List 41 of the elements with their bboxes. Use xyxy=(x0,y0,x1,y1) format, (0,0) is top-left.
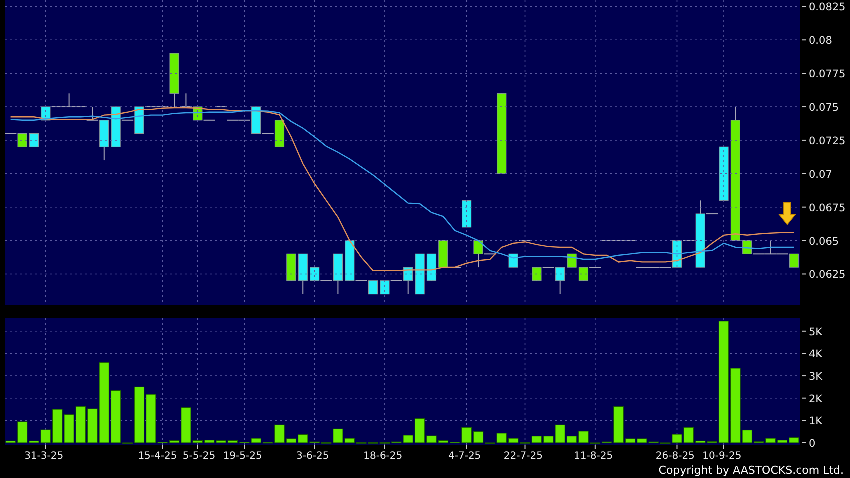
axis-label: 5-5-25 xyxy=(182,451,216,462)
axis-label: 18-6-25 xyxy=(364,451,403,462)
axis-label: 26-8-25 xyxy=(656,451,695,462)
candlestick xyxy=(415,254,425,295)
axis-label: 0.08 xyxy=(809,35,832,48)
axis-label: 0 xyxy=(809,438,816,450)
axis-label: 0.0825 xyxy=(809,2,846,14)
candlestick xyxy=(426,254,437,282)
candlestick xyxy=(719,146,729,202)
axis-label: 0.0775 xyxy=(809,68,846,81)
volume-bar xyxy=(76,406,86,444)
down-arrow-icon xyxy=(778,202,796,226)
copyright-text: Copyright by AASTOCKS.com Ltd. xyxy=(658,464,844,476)
axis-label: 0.065 xyxy=(809,236,840,248)
candlestick xyxy=(298,254,308,295)
axis-label: 22-7-25 xyxy=(504,451,543,462)
axis-label: 0.0625 xyxy=(809,269,846,282)
axis-label: 3K xyxy=(809,371,823,384)
axis-label: 2K xyxy=(809,393,823,406)
axis-label: 0.0675 xyxy=(809,202,846,214)
axis-label: 10-9-25 xyxy=(702,451,742,462)
axis-label: 0.07 xyxy=(809,168,832,181)
candlestick xyxy=(462,200,472,228)
axis-label: 1K xyxy=(809,416,823,428)
axis-label: 0.075 xyxy=(809,102,840,114)
candlestick xyxy=(29,133,40,148)
axis-label: 31-3-25 xyxy=(24,451,64,462)
axis-label: 3-6-25 xyxy=(296,451,330,462)
candlestick xyxy=(567,254,577,268)
axis-label: 4K xyxy=(809,348,823,361)
axis-label: 19-5-25 xyxy=(223,451,262,462)
candlestick xyxy=(214,106,228,108)
axis-label: 5K xyxy=(809,326,823,338)
candlestick xyxy=(508,254,518,268)
axis-label: 11-8-25 xyxy=(574,451,614,462)
candlestick xyxy=(518,240,532,242)
axis-label: 0.0725 xyxy=(809,135,846,148)
axis-label: 4-7-25 xyxy=(448,451,482,462)
volume-bar xyxy=(64,414,74,444)
axis-label: 15-4-25 xyxy=(138,451,178,462)
candlestick xyxy=(286,254,296,282)
